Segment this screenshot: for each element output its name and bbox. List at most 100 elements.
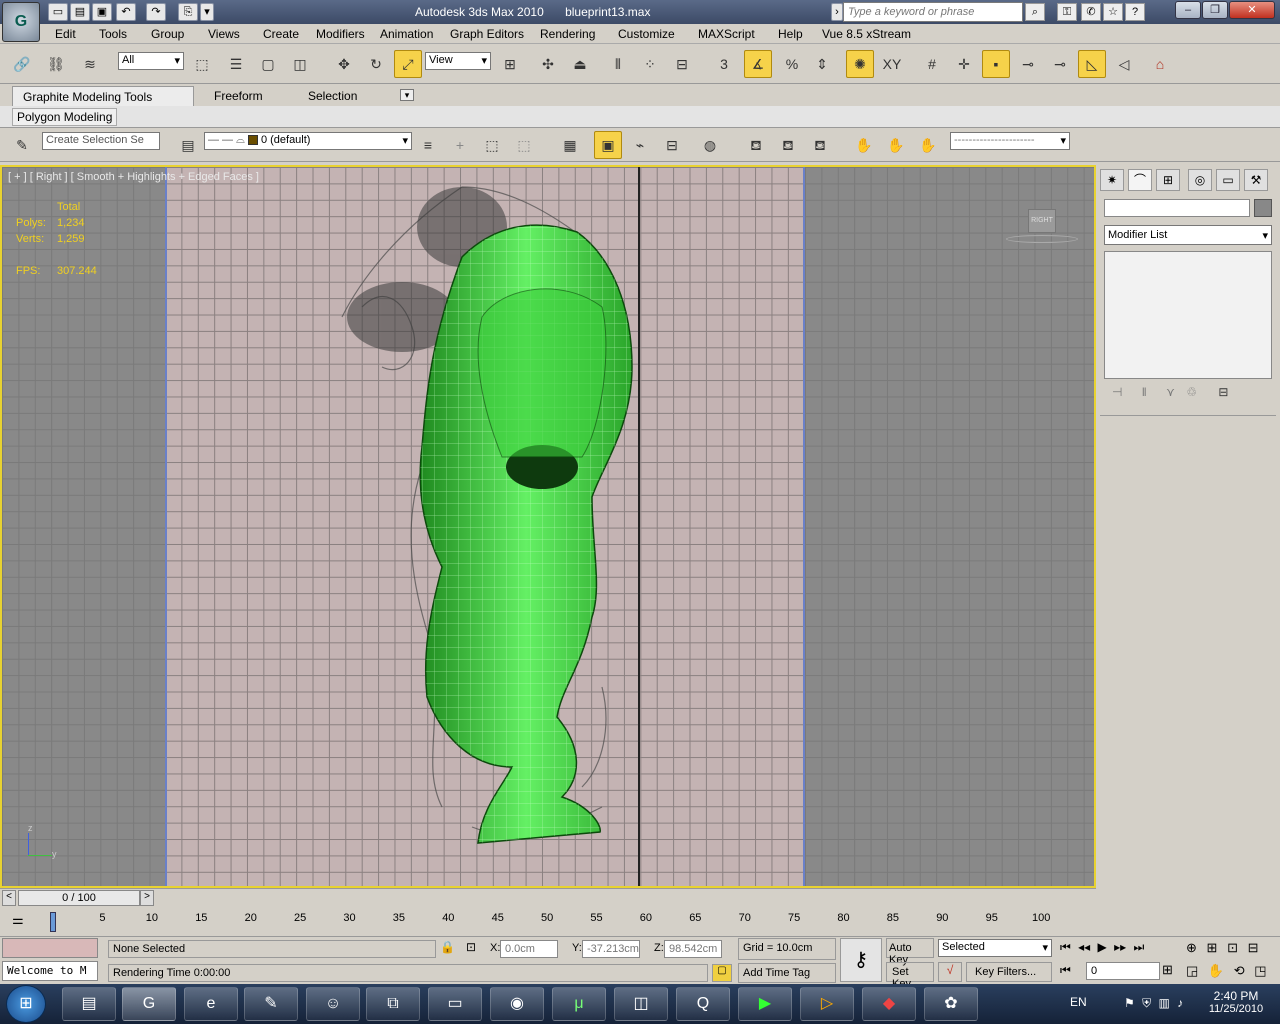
tangent-snap-icon[interactable]: ◁ <box>1110 50 1138 78</box>
face-snap-icon[interactable]: ⊸ <box>1046 50 1074 78</box>
new-file-icon[interactable]: ▭ <box>48 3 68 21</box>
object-name-field[interactable] <box>1104 199 1250 217</box>
display-tab-icon[interactable]: ▭ <box>1216 169 1240 191</box>
menu-create[interactable]: Create <box>263 27 299 41</box>
taskbar-messenger-icon[interactable]: ☺ <box>306 987 360 1021</box>
curve-editor-icon[interactable]: ⌁ <box>626 131 654 159</box>
show-end-result-icon[interactable]: ‖ <box>1142 385 1147 399</box>
ribbon-options-icon[interactable]: ▾ <box>400 89 414 101</box>
key-mode-toggle-icon[interactable]: ⏮ <box>1060 963 1071 978</box>
application-button[interactable]: G <box>2 2 40 42</box>
character-c-icon[interactable]: ✋ <box>914 131 942 159</box>
open-file-icon[interactable]: ▤ <box>70 3 90 21</box>
orbit-icon[interactable]: ⟲ <box>1234 963 1245 978</box>
viewcube[interactable]: RIGHT <box>1028 209 1056 233</box>
render-setup-teapot-icon[interactable]: ⛾ <box>742 131 770 159</box>
maximize-icon[interactable]: ❐ <box>1202 1 1228 19</box>
selection-lock-icon[interactable]: 🔒 <box>440 940 455 954</box>
perpendicular-snap-icon[interactable]: ◺ <box>1078 50 1106 78</box>
x-coord-field[interactable]: 0.0cm <box>500 940 558 958</box>
keyboard-shortcut-override-icon[interactable]: ⏏ <box>566 50 594 78</box>
bind-to-space-warp-icon[interactable]: ≋ <box>76 50 104 78</box>
taskbar-utorrent-icon[interactable]: μ <box>552 987 606 1021</box>
percent-snap-icon[interactable]: % <box>778 50 806 78</box>
pivot-snap-icon[interactable]: ✛ <box>950 50 978 78</box>
mini-curve-editor-icon[interactable]: ⚌ <box>12 912 24 928</box>
close-icon[interactable]: ✕ <box>1229 1 1275 19</box>
material-sphere-icon[interactable]: ◍ <box>696 131 724 159</box>
taskbar-game-icon[interactable]: ◆ <box>862 987 916 1021</box>
make-unique-icon[interactable]: ⋎ <box>1166 385 1175 399</box>
subscription-center-icon[interactable]: ⚿ <box>1057 3 1077 21</box>
tab-selection[interactable]: Selection <box>298 86 367 106</box>
menu-rendering[interactable]: Rendering <box>540 27 595 41</box>
time-slider-thumb[interactable]: 0 / 100 <box>18 890 140 906</box>
taskbar-acrobat-icon[interactable]: ⧉ <box>366 987 420 1021</box>
scene-explorer-icon[interactable]: ▣ <box>594 131 622 159</box>
taskbar-winamp-icon[interactable]: ▶ <box>738 987 792 1021</box>
previous-frame-icon[interactable]: ◂◂ <box>1078 940 1090 954</box>
current-frame-field[interactable]: 0 <box>1086 962 1160 980</box>
start-button-icon[interactable]: ⊞ <box>6 985 46 1023</box>
create-tab-icon[interactable]: ✷ <box>1100 169 1124 191</box>
taskbar-explorer-icon[interactable]: ▭ <box>428 987 482 1021</box>
utilities-tab-icon[interactable]: ⚒ <box>1244 169 1268 191</box>
polygon-modeling-panel[interactable]: Polygon Modeling <box>12 108 118 126</box>
search-input[interactable]: Type a keyword or phrase <box>843 2 1023 22</box>
schematic-view-icon[interactable]: ⊟ <box>658 131 686 159</box>
play-icon[interactable]: ▶ <box>1098 940 1107 954</box>
time-tag-icon[interactable]: ▢ <box>712 964 732 982</box>
zoom-icon[interactable]: ⊕ <box>1186 940 1197 955</box>
taskbar-firefox-icon[interactable]: ◉ <box>490 987 544 1021</box>
modify-tab-icon[interactable]: ⌒ <box>1128 169 1152 191</box>
taskbar-window-icon[interactable]: ◫ <box>614 987 668 1021</box>
reference-coordinate-dropdown[interactable]: View ▾ <box>425 52 491 70</box>
key-mode-dropdown[interactable]: Selected ▾ <box>938 939 1052 957</box>
pivot-center-icon[interactable]: ⊞ <box>496 50 524 78</box>
menu-customize[interactable]: Customize <box>618 27 675 41</box>
menu-modifiers[interactable]: Modifiers <box>316 27 365 41</box>
field-of-view-icon[interactable]: ◲ <box>1186 963 1198 978</box>
absolute-mode-icon[interactable]: ⊡ <box>466 940 476 954</box>
menu-tools[interactable]: Tools <box>99 27 127 41</box>
communication-center-icon[interactable]: ✆ <box>1081 3 1101 21</box>
rendered-frame-window-icon[interactable]: ⛾ <box>774 131 802 159</box>
network-icon[interactable]: ▥ <box>1158 996 1169 1010</box>
menu-views[interactable]: Views <box>208 27 240 41</box>
viewport-label[interactable]: [ + ] [ Right ] [ Smooth + Highlights + … <box>8 171 259 183</box>
edit-named-selection-sets-icon[interactable]: ✎ <box>8 131 36 159</box>
align-icon[interactable]: ⊟ <box>668 50 696 78</box>
current-frame-marker[interactable] <box>50 912 56 932</box>
set-key-button[interactable]: Set Key <box>886 962 934 990</box>
render-setup-icon[interactable]: ⌂ <box>1146 50 1174 78</box>
select-and-rotate-icon[interactable]: ↻ <box>362 50 390 78</box>
object-color-swatch[interactable] <box>1254 199 1272 217</box>
character-a-icon[interactable]: ✋ <box>850 131 878 159</box>
select-in-layer-icon[interactable]: ⬚ <box>478 131 506 159</box>
snaps-toggle-icon[interactable]: 3 <box>710 50 738 78</box>
select-object-icon[interactable]: ⬚ <box>188 50 216 78</box>
select-and-scale-icon[interactable]: ⤢ <box>394 50 422 78</box>
quick-access-dropdown-icon[interactable]: ▾ <box>200 3 214 21</box>
pan-icon[interactable]: ✋ <box>1208 963 1224 978</box>
constraint-xy-icon[interactable]: XY <box>878 50 906 78</box>
menu-graph-editors[interactable]: Graph Editors <box>450 27 524 41</box>
motion-tab-icon[interactable]: ◎ <box>1188 169 1212 191</box>
taskbar-3dsmax-icon[interactable]: G <box>122 987 176 1021</box>
grid-snap-icon[interactable]: # <box>918 50 946 78</box>
angle-snap-icon[interactable]: ∡ <box>744 50 772 78</box>
vertex-snap-icon[interactable]: ▪ <box>982 50 1010 78</box>
create-new-layer-icon[interactable]: + <box>446 131 474 159</box>
favorites-star-icon[interactable]: ☆ <box>1103 3 1123 21</box>
taskbar-paint-icon[interactable]: ✿ <box>924 987 978 1021</box>
taskbar-media-player-icon[interactable]: ▷ <box>800 987 854 1021</box>
menu-help[interactable]: Help <box>778 27 803 41</box>
taskbar-ie-icon[interactable]: e <box>184 987 238 1021</box>
maxscript-input[interactable]: Welcome to M <box>2 961 98 981</box>
select-and-move-icon[interactable]: ✥ <box>330 50 358 78</box>
maximize-viewport-icon[interactable]: ◳ <box>1254 963 1266 978</box>
action-center-icon[interactable]: ⚑ <box>1124 996 1135 1010</box>
select-by-name-icon[interactable]: ☰ <box>222 50 250 78</box>
next-frame-icon[interactable]: ▸▸ <box>1114 940 1126 954</box>
language-indicator[interactable]: EN <box>1070 995 1087 1009</box>
